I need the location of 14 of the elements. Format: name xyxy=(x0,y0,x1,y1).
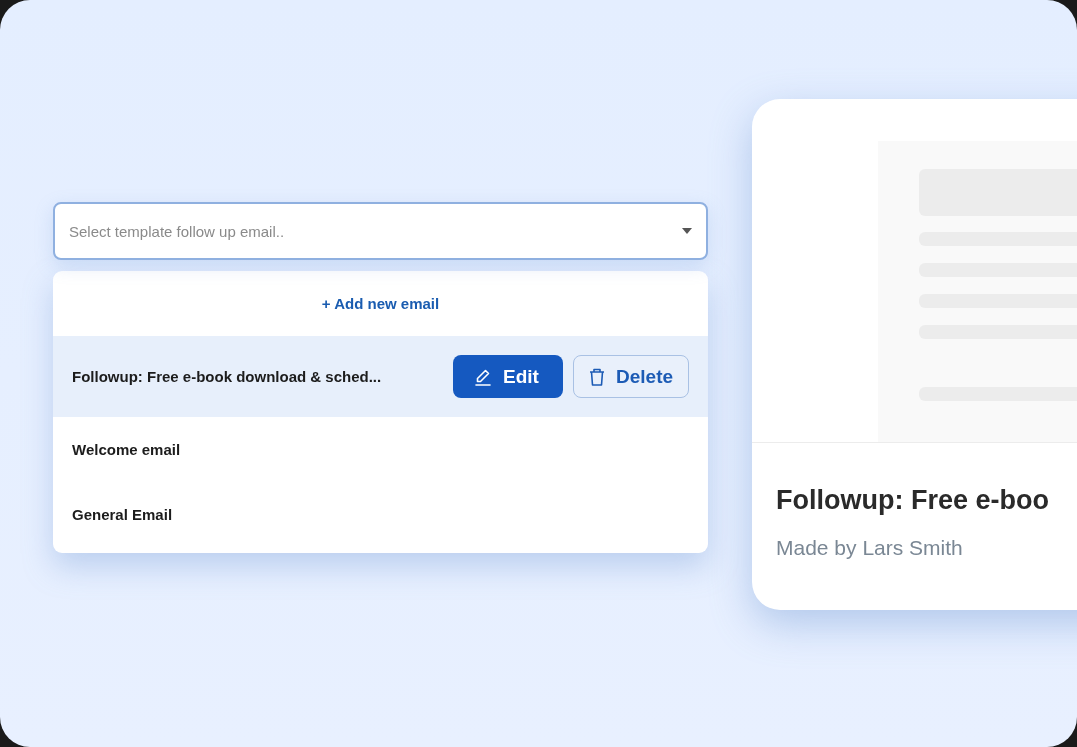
delete-button[interactable]: Delete xyxy=(573,355,689,398)
option-label: Followup: Free e-book download & sched... xyxy=(72,368,382,385)
add-email-link[interactable]: + Add new email xyxy=(317,293,444,314)
trash-icon xyxy=(588,366,606,387)
caret-icon xyxy=(682,228,692,234)
author-text: Made by Lars Smith xyxy=(776,536,964,560)
template-title: Followup: Free e-boo xyxy=(776,485,1050,516)
option-label: Welcome email xyxy=(72,441,181,458)
template-option[interactable]: Followup: Free e-book download & sched... Edit Delete xyxy=(53,336,708,417)
template-option[interactable]: General Email xyxy=(53,482,708,547)
template-select[interactable]: Select template follow up email.. xyxy=(53,202,708,260)
option-label: General Email xyxy=(72,506,173,523)
template-option[interactable]: Welcome email xyxy=(53,417,708,482)
edit-button[interactable]: Edit xyxy=(453,355,563,398)
